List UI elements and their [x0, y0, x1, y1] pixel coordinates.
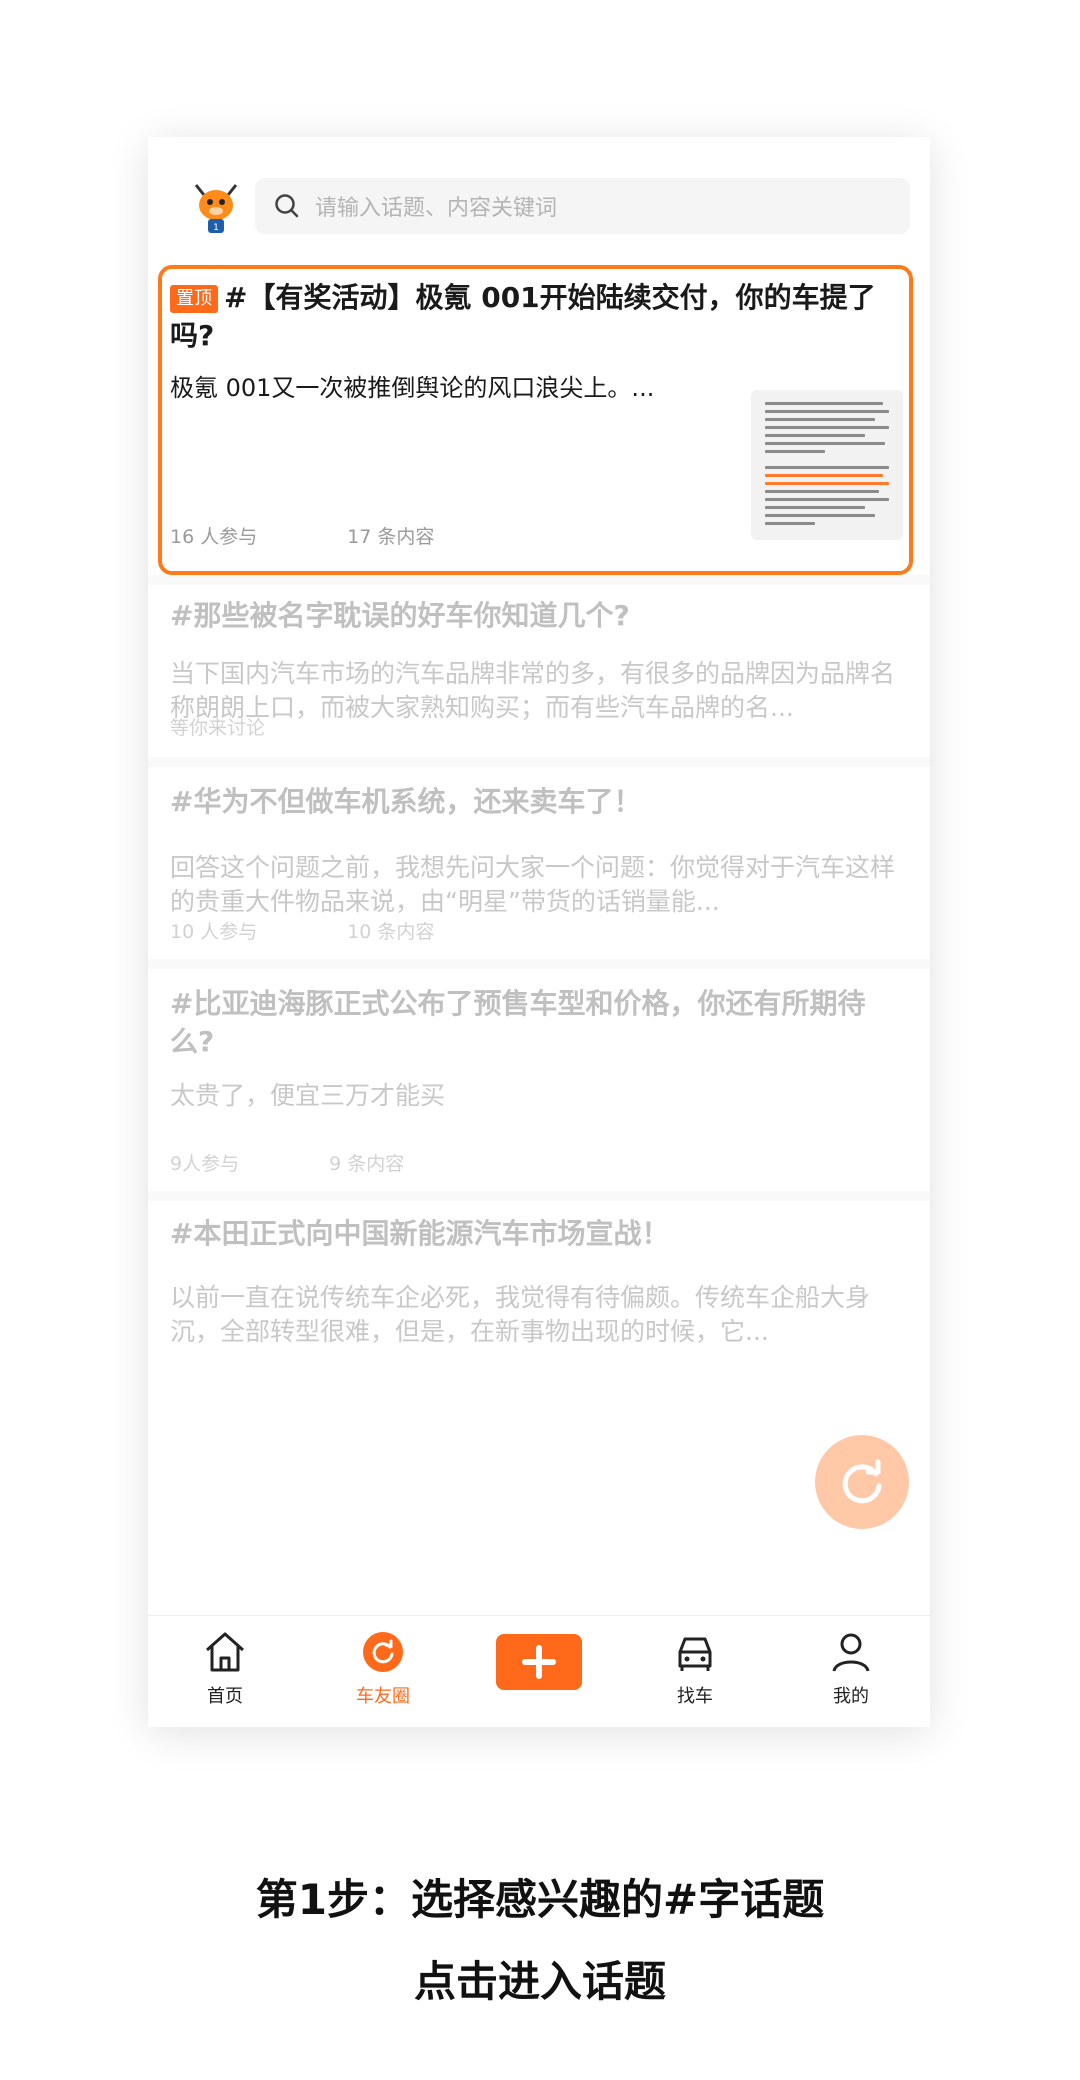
content-count: 10 条内容 [347, 921, 435, 943]
topic-thumbnail [751, 390, 903, 540]
topic-card-4[interactable]: #比亚迪海豚正式公布了预售车型和价格，你还有所期待么? 太贵了，便宜三万才能买 … [148, 969, 930, 1191]
tab-label: 车友圈 [356, 1686, 410, 1707]
step-caption-line2: 点击进入话题 [413, 1957, 666, 2006]
tab-circle[interactable]: 车友圈 [323, 1630, 443, 1708]
search-icon [275, 194, 299, 218]
svg-text:1: 1 [213, 223, 219, 233]
search-input[interactable]: 请输入话题、内容关键词 [255, 178, 910, 234]
tab-find-car[interactable]: 找车 [635, 1630, 755, 1708]
content-count: 17 条内容 [347, 526, 435, 548]
circle-icon [363, 1632, 403, 1672]
topic-title: 置顶 #【有奖活动】极氪 001开始陆续交付，你的车提了吗? [170, 281, 876, 352]
refresh-button[interactable] [815, 1435, 909, 1529]
topic-excerpt: 极氪 001又一次被推倒舆论的风口浪尖上。... [170, 374, 655, 402]
step-caption-line1: 第1步：选择感兴趣的#字话题 [255, 1875, 825, 1924]
content-count: 9 条内容 [329, 1153, 405, 1175]
header: 1 请输入话题、内容关键词 [148, 137, 930, 267]
user-icon [832, 1633, 870, 1672]
refresh-icon [842, 1459, 882, 1504]
topic-card-2[interactable]: #那些被名字耽误的好车你知道几个? 当下国内汽车市场的汽车品牌非常的多，有很多的… [148, 585, 930, 757]
topic-excerpt: 太贵了，便宜三万才能买 [170, 1081, 446, 1110]
topic-stats: 9人参与 9 条内容 [170, 1149, 404, 1176]
home-icon [206, 1632, 244, 1672]
topic-title: #比亚迪海豚正式公布了预售车型和价格，你还有所期待么? [170, 987, 866, 1058]
tab-label: 找车 [677, 1686, 713, 1707]
topic-status: 等你来讨论 [170, 717, 266, 739]
participant-count: 16 人参与 [170, 526, 258, 548]
participant-count: 10 人参与 [170, 921, 258, 943]
topic-title: #那些被名字耽误的好车你知道几个? [170, 599, 630, 632]
tab-label: 首页 [207, 1686, 243, 1707]
topic-title: #本田正式向中国新能源汽车市场宣战！ [170, 1217, 670, 1250]
topic-card-5[interactable]: #本田正式向中国新能源汽车市场宣战！ 以前一直在说传统车企必死，我觉得有待偏颇。… [148, 1201, 930, 1351]
tab-home[interactable]: 首页 [165, 1630, 285, 1708]
participant-count: 9人参与 [170, 1153, 240, 1175]
topic-excerpt: 回答这个问题之前，我想先问大家一个问题：你觉得对于汽车这样的贵重大件物品来说，由… [170, 853, 896, 916]
search-placeholder: 请输入话题、内容关键词 [315, 196, 558, 221]
topic-title: #华为不但做车机系统，还来卖车了！ [170, 785, 642, 818]
pinned-badge: 置顶 [170, 285, 218, 313]
topic-card-3[interactable]: #华为不但做车机系统，还来卖车了！ 回答这个问题之前，我想先问大家一个问题：你觉… [148, 767, 930, 959]
plus-icon [522, 1645, 556, 1679]
tab-mine[interactable]: 我的 [791, 1630, 911, 1708]
topic-stats: 16 人参与 17 条内容 [170, 522, 434, 549]
phone-screen: 1 请输入话题、内容关键词 置顶 #【有奖活动】极氪 001开始陆续交付，你的车提… [148, 137, 930, 1727]
post-button[interactable] [496, 1634, 582, 1690]
topic-excerpt: 以前一直在说传统车企必死，我觉得有待偏颇。传统车企船大身沉，全部转型很难，但是，… [170, 1283, 871, 1346]
tab-label: 我的 [833, 1686, 869, 1707]
topic-stats: 10 人参与 10 条内容 [170, 917, 434, 944]
car-icon [678, 1637, 712, 1671]
bottom-tab-bar: 首页 车友圈 找车 我的 [148, 1615, 930, 1727]
topic-excerpt: 当下国内汽车市场的汽车品牌非常的多，有很多的品牌因为品牌名称朗朗上口，而被大家熟… [170, 659, 896, 722]
mascot-logo-icon[interactable]: 1 [186, 177, 246, 237]
